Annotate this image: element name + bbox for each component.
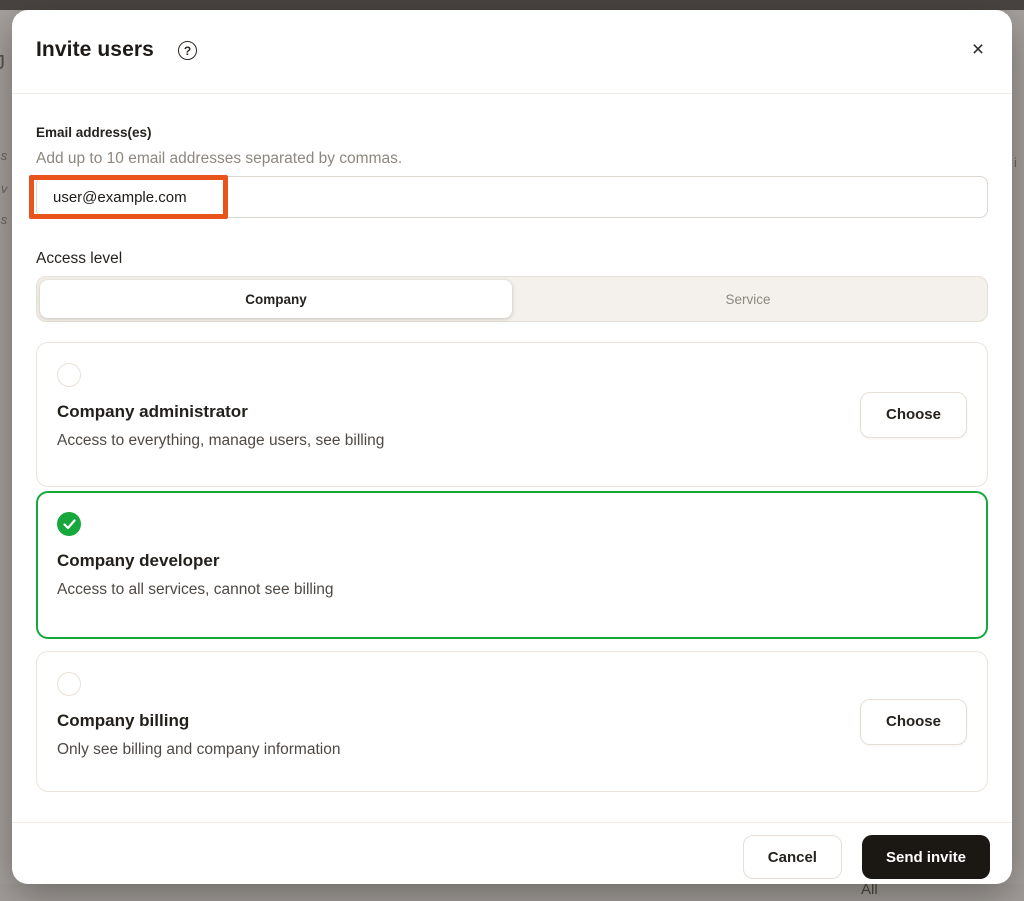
- close-button[interactable]: ×: [962, 34, 994, 66]
- option-card-company-developer[interactable]: Company developer Access to all services…: [36, 491, 988, 639]
- option-title: Company administrator: [57, 402, 248, 421]
- background-artifact: s: [0, 211, 9, 228]
- radio-unchecked-icon[interactable]: [57, 672, 81, 696]
- footer-actions: Cancel Send invite: [742, 835, 990, 879]
- option-card-company-billing[interactable]: Company billing Only see billing and com…: [36, 651, 988, 792]
- radio-checked-icon[interactable]: [57, 512, 81, 536]
- invite-users-dialog: Invite users ? × Email address(es) Add u…: [12, 10, 1012, 884]
- option-description: Access to everything, manage users, see …: [57, 432, 385, 449]
- cancel-button[interactable]: Cancel: [742, 835, 842, 879]
- check-icon: [62, 518, 76, 529]
- tab-service[interactable]: Service: [512, 280, 984, 318]
- tab-company[interactable]: Company: [40, 280, 512, 318]
- choose-button[interactable]: Choose: [859, 698, 967, 745]
- background-artifact: i: [1014, 155, 1017, 170]
- access-level-tabs: Company Service: [36, 276, 988, 322]
- email-input[interactable]: [36, 176, 988, 218]
- option-card-company-administrator[interactable]: Company administrator Access to everythi…: [36, 342, 988, 487]
- option-title: Company developer: [57, 551, 220, 570]
- choose-button[interactable]: Choose: [859, 391, 967, 438]
- option-title: Company billing: [57, 711, 190, 730]
- background-artifact: v: [0, 180, 9, 197]
- email-helper-text: Add up to 10 email addresses separated b…: [36, 150, 403, 167]
- email-label: Email address(es): [36, 125, 152, 140]
- help-icon[interactable]: ?: [178, 41, 197, 60]
- window-top-strip: [0, 0, 1024, 10]
- header-divider: [12, 93, 1012, 94]
- access-level-label: Access level: [36, 250, 123, 267]
- background-artifact: J: [0, 52, 5, 74]
- footer-divider: [12, 822, 1012, 823]
- option-description: Only see billing and company information: [57, 741, 341, 758]
- radio-unchecked-icon[interactable]: [57, 363, 81, 387]
- dialog-title: Invite users: [36, 38, 154, 61]
- background-artifact: s: [0, 147, 9, 164]
- option-description: Access to all services, cannot see billi…: [57, 581, 334, 598]
- send-invite-button[interactable]: Send invite: [861, 835, 990, 879]
